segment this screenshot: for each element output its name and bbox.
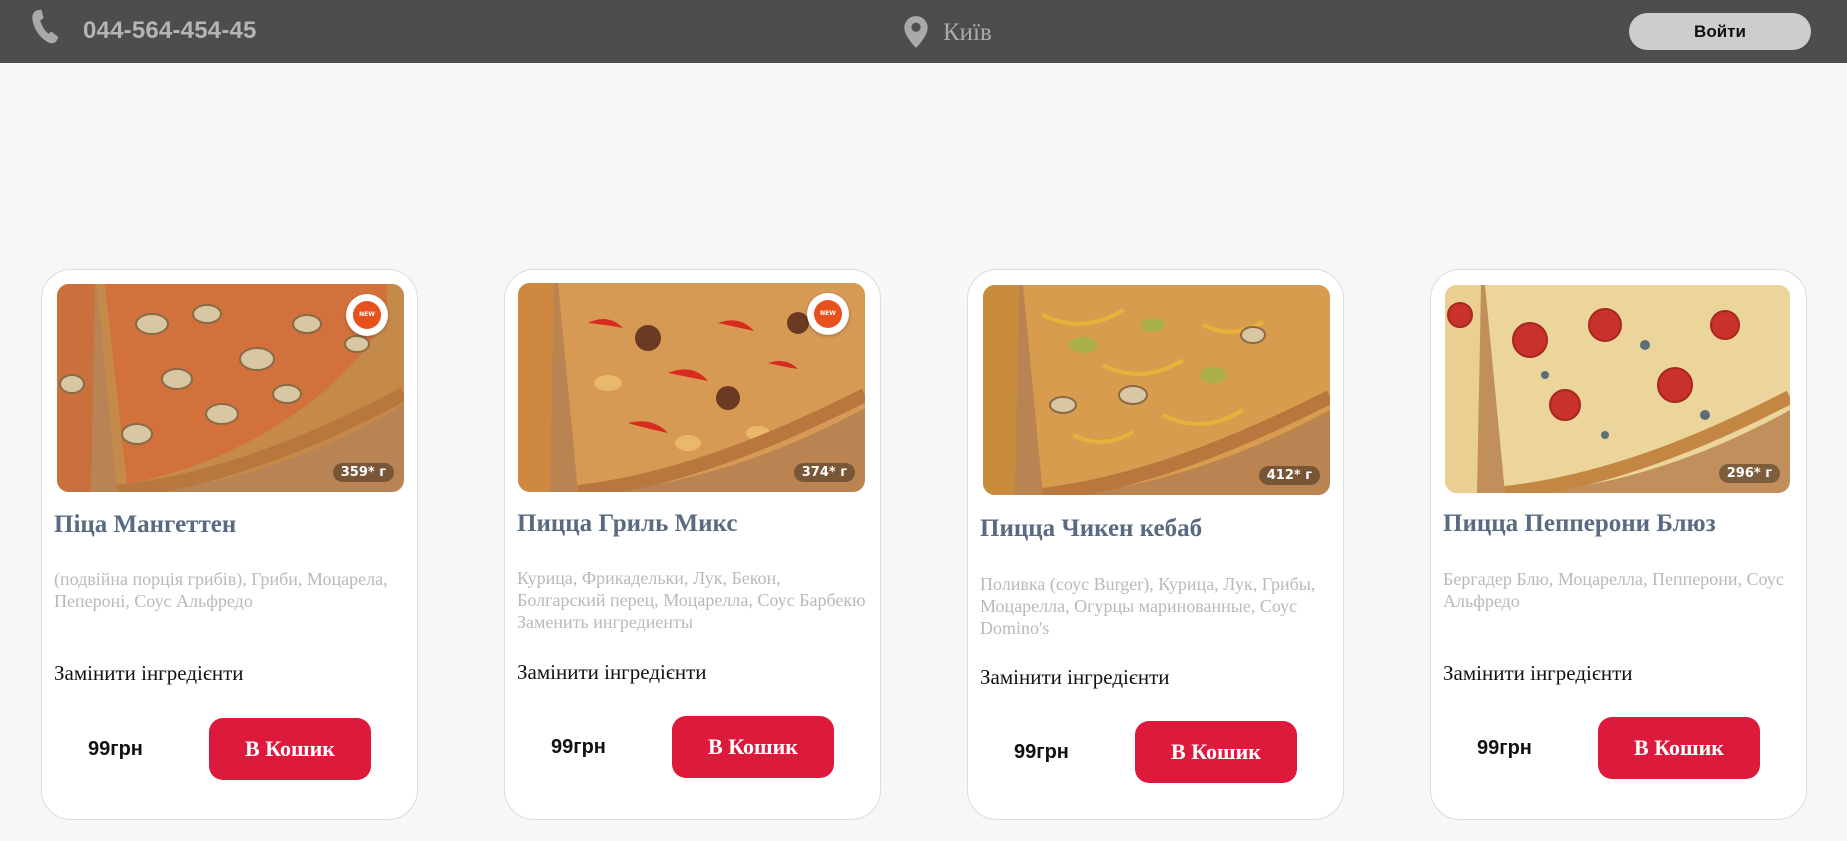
product-title: Піца Мангеттен — [54, 511, 237, 538]
city-name: Київ — [943, 19, 992, 46]
weight-badge: 374* г — [793, 463, 855, 482]
product-image[interactable]: NEW 359* г — [57, 284, 404, 492]
weight-badge: 359* г — [332, 463, 394, 482]
change-ingredients-link[interactable]: Замінити інгредієнти — [54, 661, 244, 686]
product-price: 99грн — [1014, 741, 1069, 763]
product-price: 99грн — [551, 736, 606, 758]
header-bar: 044-564-454-45 Київ Войти — [0, 0, 1847, 63]
product-description: (подвійна порція грибів), Гриби, Моцарел… — [54, 569, 388, 611]
product-card: 296* г Пицца Пепперони Блюз Бергадер Блю… — [1430, 269, 1807, 820]
product-price: 99грн — [88, 738, 143, 760]
product-description: Курица, Фрикадельки, Лук, Бекон, Болгарс… — [517, 568, 866, 632]
location-pin-icon — [904, 16, 928, 48]
product-price: 99грн — [1477, 737, 1532, 759]
product-image[interactable]: 296* г — [1445, 285, 1790, 493]
add-to-cart-button[interactable]: В Кошик — [672, 716, 834, 778]
add-to-cart-button[interactable]: В Кошик — [1135, 721, 1297, 783]
change-ingredients-link[interactable]: Замінити інгредієнти — [1443, 661, 1633, 686]
product-title: Пицца Чикен кебаб — [980, 515, 1203, 542]
add-to-cart-button[interactable]: В Кошик — [209, 718, 371, 780]
product-description: Поливка (соус Burger), Курица, Лук, Гриб… — [980, 574, 1316, 638]
product-title: Пицца Гриль Микс — [517, 510, 738, 537]
product-image[interactable]: NEW 374* г — [518, 283, 865, 492]
product-title: Пицца Пепперони Блюз — [1443, 510, 1716, 537]
product-card: NEW 359* г Піца Мангеттен (подвійна порц… — [41, 269, 418, 820]
new-badge: NEW — [346, 294, 388, 336]
phone-number[interactable]: 044-564-454-45 — [83, 17, 257, 45]
change-ingredients-link[interactable]: Замінити інгредієнти — [517, 660, 707, 685]
product-card: NEW 374* г Пицца Гриль Микс Курица, Фрик… — [504, 269, 881, 820]
product-card: 412* г Пицца Чикен кебаб Поливка (соус B… — [967, 269, 1344, 820]
login-button[interactable]: Войти — [1629, 13, 1811, 50]
weight-badge: 412* г — [1258, 466, 1320, 485]
weight-badge: 296* г — [1718, 464, 1780, 483]
phone-icon — [32, 9, 59, 44]
add-to-cart-button[interactable]: В Кошик — [1598, 717, 1760, 779]
product-description: Бергадер Блю, Моцарелла, Пепперони, Соус… — [1443, 569, 1784, 611]
product-image[interactable]: 412* г — [983, 285, 1330, 495]
new-badge: NEW — [807, 293, 849, 335]
change-ingredients-link[interactable]: Замінити інгредієнти — [980, 665, 1170, 690]
